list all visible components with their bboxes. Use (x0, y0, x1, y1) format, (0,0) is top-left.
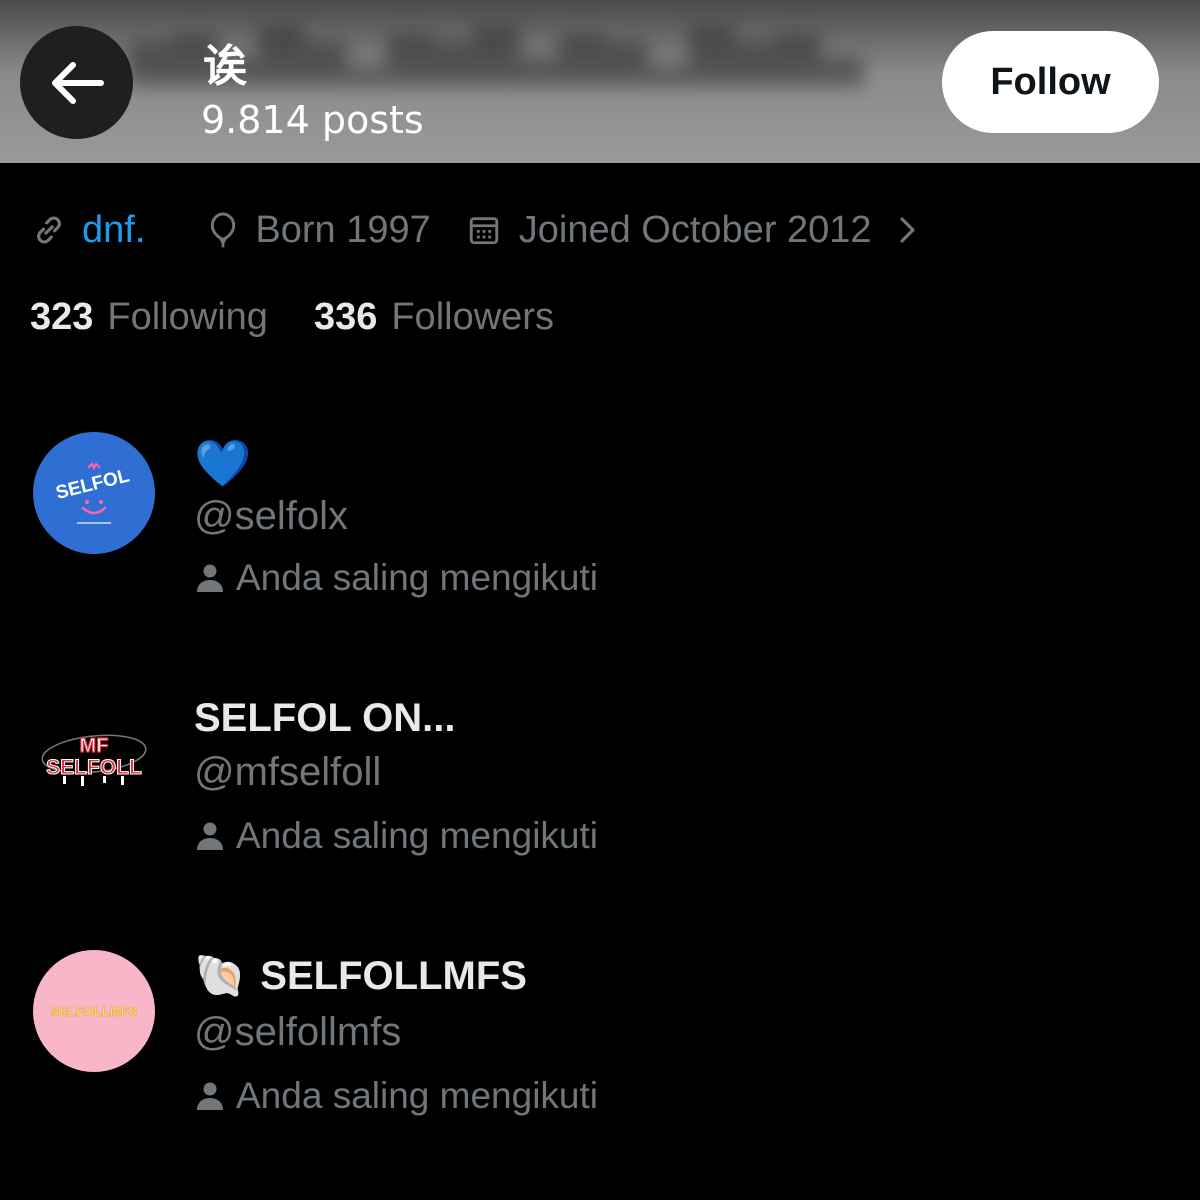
profile-name: 诶 (203, 41, 247, 92)
mutual-follow-text: Anda saling mengikuti (236, 557, 598, 598)
account-handle: @selfollmfs (194, 1010, 402, 1054)
account-handle: @selfolx (194, 494, 348, 538)
joined-text: Joined October 2012 (518, 208, 872, 251)
mutual-follow-label: Anda saling mengikuti (196, 815, 598, 857)
birth-info: Born 1997 (207, 208, 431, 252)
mutual-follow-label: Anda saling mengikuti (196, 557, 598, 599)
follow-stats: 323 Following 336 Followers (30, 292, 554, 342)
account-handle: @mfselfoll (194, 750, 382, 794)
profile-meta: dnf. Born 1997 Joined October 2012 (30, 203, 918, 257)
selfollmfs-logo: SELFOLLMFS (50, 1004, 138, 1020)
svg-text:SELFOLL: SELFOLL (46, 756, 142, 779)
avatar[interactable]: SELFOL (33, 432, 155, 554)
svg-text:SELFOLLMFS: SELFOLLMFS (51, 1004, 138, 1019)
post-count: 9.814 posts (201, 98, 424, 142)
follow-button[interactable]: Follow (942, 31, 1159, 133)
list-item[interactable]: MF SELFOLL SELFOL ON... @mfselfoll Anda … (0, 672, 1200, 872)
mutual-follow-label: Anda saling mengikuti (196, 1075, 598, 1117)
following-count: 323 (30, 295, 94, 338)
join-date: Joined October 2012 (467, 209, 872, 252)
selfol-logo: SELFOL (54, 462, 132, 524)
more-info-button[interactable] (898, 213, 918, 247)
mfselfoll-logo: MF SELFOLL (41, 734, 147, 786)
followers-label: Followers (391, 295, 554, 338)
followers-stat[interactable]: 336 Followers (314, 296, 554, 339)
mutual-follow-text: Anda saling mengikuti (236, 815, 598, 856)
svg-text:MF: MF (80, 735, 109, 757)
link-icon (37, 216, 61, 244)
arrow-left-icon (51, 61, 104, 104)
account-display-name[interactable]: 💙 (194, 436, 251, 491)
following-label: Following (107, 295, 268, 338)
account-display-name[interactable]: 🐚 SELFOLLMFS (194, 952, 527, 1001)
profile-header: ▅▆▃▇▅▂▆▅▇▃▆▅▂▇▅▆▃ 诶 9.814 posts Follow (0, 0, 1200, 163)
person-icon (197, 564, 223, 592)
back-button[interactable] (20, 26, 133, 139)
list-item[interactable]: SELFOLLMFS 🐚 SELFOLLMFS @selfollmfs Anda… (0, 932, 1200, 1132)
person-icon (197, 822, 223, 850)
born-text: Born 1997 (255, 208, 431, 251)
avatar[interactable]: MF SELFOLL (33, 692, 155, 814)
account-display-name-text: SELFOLLMFS (260, 954, 527, 998)
person-icon (197, 1082, 223, 1110)
shell-emoji: 🐚 (194, 952, 247, 999)
mutual-follow-text: Anda saling mengikuti (236, 1075, 598, 1116)
calendar-icon (469, 217, 498, 245)
balloon-icon (211, 212, 236, 248)
followers-count: 336 (313, 295, 378, 338)
avatar[interactable]: SELFOLLMFS (33, 950, 155, 1072)
svg-text:SELFOL: SELFOL (54, 465, 132, 504)
profile-link[interactable]: dnf. (30, 209, 145, 252)
profile-link-text[interactable]: dnf. (82, 209, 145, 252)
blue-heart-emoji: 💙 (194, 437, 252, 489)
following-stat[interactable]: 323 Following (30, 296, 268, 339)
chevron-right-icon (899, 217, 915, 243)
list-item[interactable]: SELFOL 💙 @selfolx Anda saling mengikuti (0, 412, 1200, 612)
account-display-name[interactable]: SELFOL ON... (194, 696, 456, 741)
